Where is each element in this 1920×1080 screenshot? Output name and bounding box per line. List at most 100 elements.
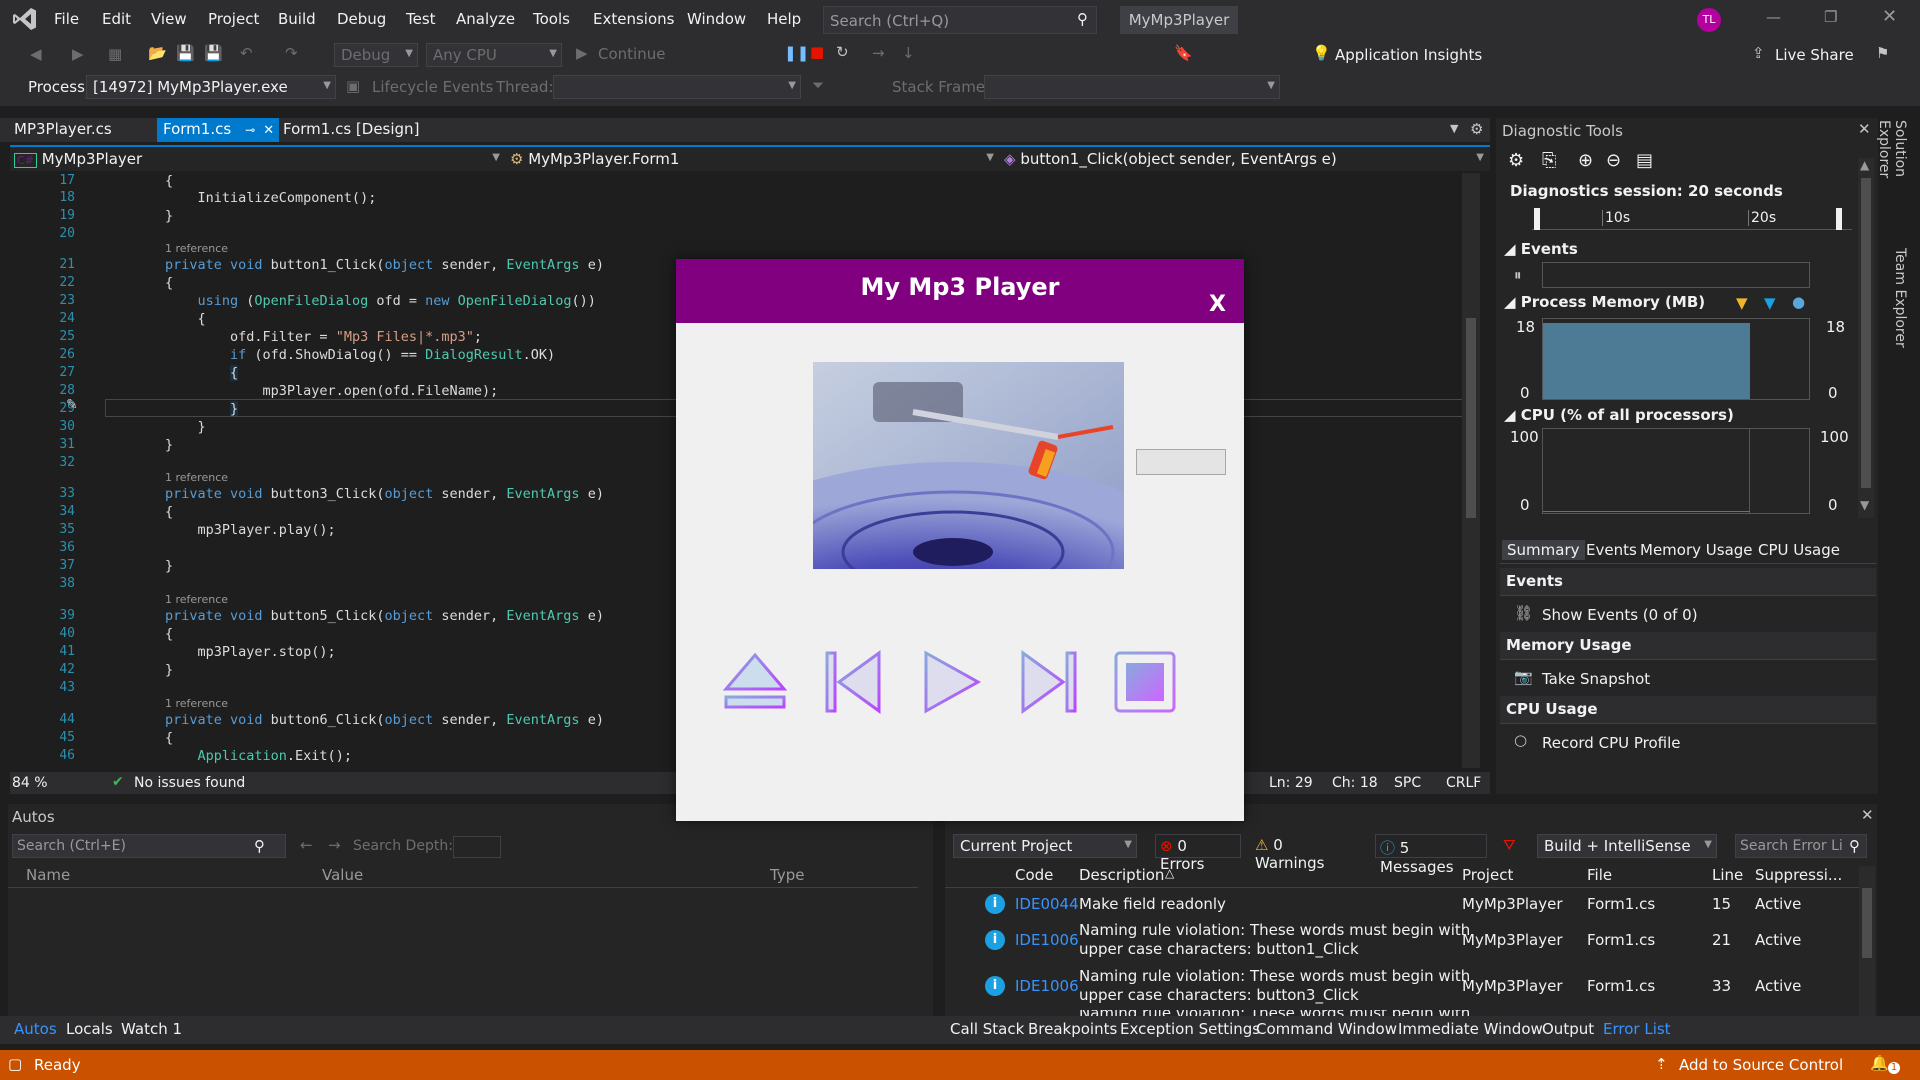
feedback-icon[interactable]: ⚑ — [1876, 44, 1889, 62]
eject-button[interactable] — [722, 649, 788, 715]
menu-file[interactable]: File — [54, 10, 79, 28]
minimize-icon[interactable]: — — [1766, 8, 1781, 26]
step-over-icon[interactable]: → — [872, 44, 885, 62]
table-row[interactable]: i IDE0044 Make field readonly MyMp3Playe… — [945, 892, 1865, 918]
play-button[interactable] — [918, 649, 984, 715]
add-source-control-button[interactable]: Add to Source Control — [1679, 1056, 1843, 1074]
panel-close-icon[interactable]: ✕ — [1861, 806, 1874, 824]
new-project-icon[interactable]: ▦ — [108, 45, 122, 63]
process-memory-header[interactable]: ◢ Process Memory (MB) — [1504, 293, 1705, 311]
tab-call-stack[interactable]: Call Stack — [950, 1020, 1024, 1038]
col-file[interactable]: File — [1587, 866, 1612, 884]
search-depth-select[interactable] — [453, 836, 501, 858]
tab-events[interactable]: Events — [1586, 541, 1637, 559]
pause-icon[interactable]: ❚❚ — [784, 44, 809, 62]
build-filter-select[interactable]: Build + IntelliSense ▼ — [1537, 834, 1717, 858]
errors-filter-button[interactable]: ⊗ 0 Errors — [1155, 834, 1241, 873]
pause-events-icon[interactable]: ⏸ — [1514, 266, 1522, 284]
bookmark-icon[interactable]: 🔖 — [1174, 44, 1193, 62]
next-button[interactable] — [1015, 649, 1081, 715]
tab-breakpoints[interactable]: Breakpoints — [1028, 1020, 1117, 1038]
bell-icon[interactable]: 🔔 — [1870, 1054, 1889, 1072]
side-tab-solution-explorer[interactable]: Solution Explorer — [1876, 120, 1908, 230]
show-events-link[interactable]: Show Events (0 of 0) — [1542, 606, 1698, 624]
record-cpu-profile-button[interactable]: Record CPU Profile — [1542, 734, 1681, 752]
continue-button[interactable]: Continue — [598, 45, 665, 63]
scrollbar-thumb[interactable] — [1466, 318, 1476, 518]
tab-mp3player-cs[interactable]: MP3Player.cs — [8, 118, 118, 142]
save-all-icon[interactable]: 💾 — [204, 44, 223, 62]
error-search-input[interactable]: Search Error Li ⚲ — [1735, 834, 1867, 858]
diag-scrollbar[interactable]: ▲ ▼ — [1858, 158, 1874, 518]
col-value[interactable]: Value — [322, 866, 363, 884]
stack-frame-select[interactable]: ▼ — [984, 75, 1280, 99]
export-icon[interactable]: ⎘ — [1542, 150, 1556, 171]
menu-view[interactable]: View — [151, 10, 187, 28]
tab-dropdown-icon[interactable]: ▼ — [1450, 122, 1458, 135]
project-dropdown[interactable]: C# MyMp3Player ▼ — [14, 150, 504, 170]
col-type[interactable]: Type — [770, 866, 804, 884]
pin-icon[interactable]: ⊸ — [245, 123, 255, 137]
undo-icon[interactable]: ↶ — [240, 44, 253, 62]
menu-edit[interactable]: Edit — [102, 10, 131, 28]
avatar[interactable]: TL — [1697, 8, 1721, 32]
tab-command-window[interactable]: Command Window — [1256, 1020, 1397, 1038]
autos-search-input[interactable]: Search (Ctrl+E) ⚲ — [12, 834, 286, 858]
menu-build[interactable]: Build — [278, 10, 316, 28]
forward-arrow-icon[interactable]: → — [328, 836, 341, 854]
tab-output[interactable]: Output — [1542, 1020, 1594, 1038]
report-icon[interactable]: ▤ — [1636, 150, 1653, 171]
tab-immediate-window[interactable]: Immediate Window — [1398, 1020, 1543, 1038]
close-icon[interactable]: ✕ — [1882, 6, 1897, 27]
back-icon[interactable]: ◀ — [30, 45, 42, 63]
previous-button[interactable] — [821, 649, 887, 715]
lifecycle-events-button[interactable]: Lifecycle Events — [372, 78, 493, 96]
side-tab-team-explorer[interactable]: Team Explorer — [1884, 248, 1908, 348]
save-icon[interactable]: 💾 — [176, 44, 195, 62]
timeline-ruler[interactable]: 10s 20s — [1532, 208, 1852, 230]
zoom-level[interactable]: 84 % — [12, 775, 48, 791]
tab-cpu-usage[interactable]: CPU Usage — [1758, 541, 1840, 559]
redo-icon[interactable]: ↷ — [285, 44, 298, 62]
player-close-button[interactable]: X — [1209, 277, 1226, 333]
config-select[interactable]: Debug ▼ — [334, 43, 418, 67]
tab-summary[interactable]: Summary — [1502, 540, 1585, 560]
cpu-header[interactable]: ◢ CPU (% of all processors) — [1504, 406, 1734, 424]
tab-watch-1[interactable]: Watch 1 — [121, 1020, 182, 1038]
take-snapshot-button[interactable]: Take Snapshot — [1542, 670, 1650, 688]
col-code[interactable]: Code — [1015, 866, 1053, 884]
platform-select[interactable]: Any CPU ▼ — [426, 43, 562, 67]
thread-select[interactable]: ▼ — [553, 75, 801, 99]
menu-debug[interactable]: Debug — [337, 10, 386, 28]
menu-test[interactable]: Test — [406, 10, 436, 28]
search-box[interactable]: Search (Ctrl+Q) ⚲ — [823, 6, 1097, 34]
zoom-in-icon[interactable]: ⊕ — [1578, 150, 1593, 171]
messages-filter-button[interactable]: ⓘ 5 Messages — [1375, 834, 1487, 876]
process-select[interactable]: [14972] MyMp3Player.exe ▼ — [86, 75, 336, 99]
application-insights-button[interactable]: Application Insights — [1335, 46, 1482, 64]
panel-close-icon[interactable]: ✕ — [1858, 120, 1871, 138]
stop-button[interactable] — [1112, 649, 1178, 715]
forward-icon[interactable]: ▶ — [72, 45, 84, 63]
live-share-button[interactable]: Live Share — [1775, 46, 1854, 64]
settings-icon[interactable]: ⚙ — [1508, 150, 1524, 171]
clear-filter-icon[interactable]: ⛛ — [1503, 836, 1516, 854]
scope-select[interactable]: Current Project ▼ — [953, 834, 1137, 858]
events-header[interactable]: ◢ Events — [1504, 240, 1578, 258]
col-project[interactable]: Project — [1462, 866, 1513, 884]
zoom-out-icon[interactable]: ⊖ — [1606, 150, 1621, 171]
player-title-bar[interactable]: My Mp3 Player X — [676, 259, 1244, 323]
error-list-scrollbar[interactable] — [1859, 866, 1875, 1018]
tab-form1-design[interactable]: Form1.cs [Design] — [277, 118, 425, 142]
col-description[interactable]: Description — [1079, 866, 1164, 884]
open-folder-icon[interactable]: 📂 — [148, 44, 167, 62]
menu-analyze[interactable]: Analyze — [456, 10, 515, 28]
table-row[interactable]: i IDE1006 Naming rule violation: These w… — [945, 918, 1865, 962]
class-dropdown[interactable]: ⚙ MyMp3Player.Form1 ▼ — [510, 150, 998, 170]
continue-icon[interactable]: ▶ — [576, 44, 588, 62]
maximize-icon[interactable]: ❐ — [1824, 8, 1837, 26]
close-tab-icon[interactable]: ✕ — [263, 123, 274, 138]
tab-form1-cs[interactable]: Form1.cs ⊸ ✕ — [157, 118, 279, 142]
restart-icon[interactable]: ↻ — [836, 43, 849, 61]
menu-extensions[interactable]: Extensions — [593, 10, 674, 28]
